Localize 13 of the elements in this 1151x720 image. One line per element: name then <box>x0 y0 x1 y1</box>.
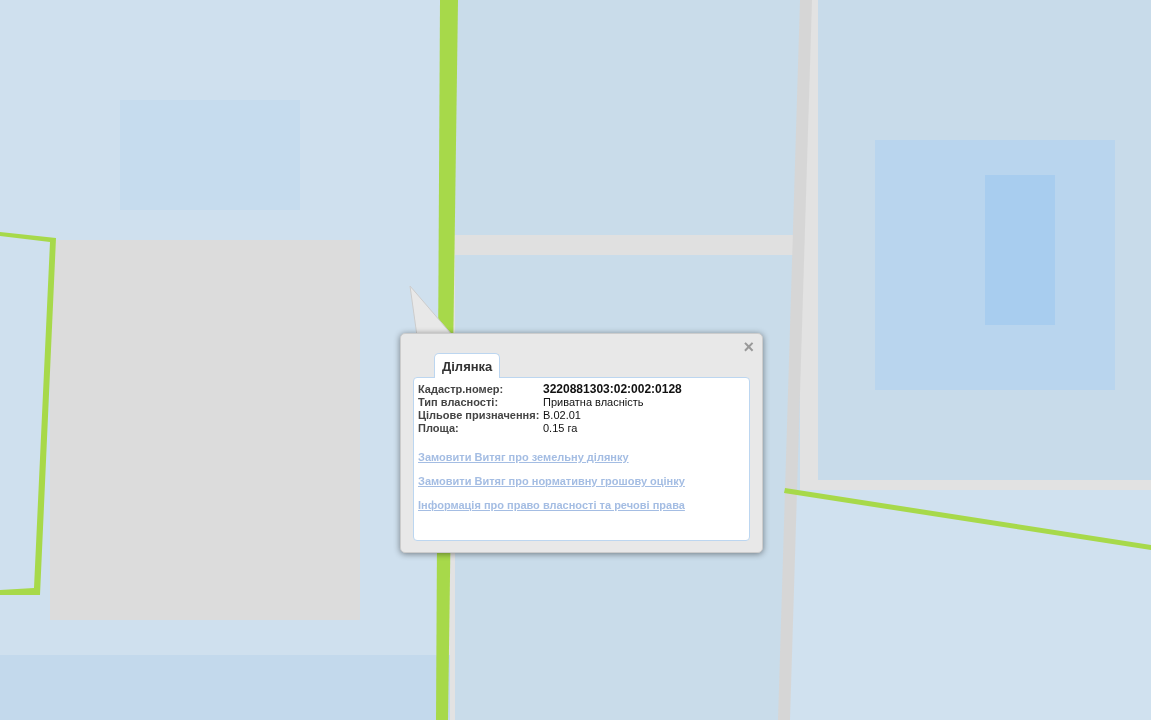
link[interactable]: Замовити Витяг про земельну ділянку <box>418 451 629 464</box>
field-label: Кадастр.номер: <box>418 383 505 396</box>
field-label: Площа: <box>418 422 460 435</box>
field-value: 0.15 га <box>543 422 579 435</box>
link[interactable]: Інформація про право власності та речові права <box>418 499 685 512</box>
field-value: В.02.01 <box>543 409 582 422</box>
field-label: Цільове призначення: <box>418 409 541 422</box>
field-label: Тип власності: <box>418 396 500 409</box>
field-value: Приватна власність <box>543 396 645 409</box>
tab[interactable]: Ділянка <box>434 353 501 378</box>
link[interactable]: Замовити Витяг про нормативну грошову оцінку <box>418 475 685 488</box>
close-button[interactable]: × <box>741 338 756 356</box>
field-value: 3220881303:02:002:0128 <box>543 383 683 396</box>
